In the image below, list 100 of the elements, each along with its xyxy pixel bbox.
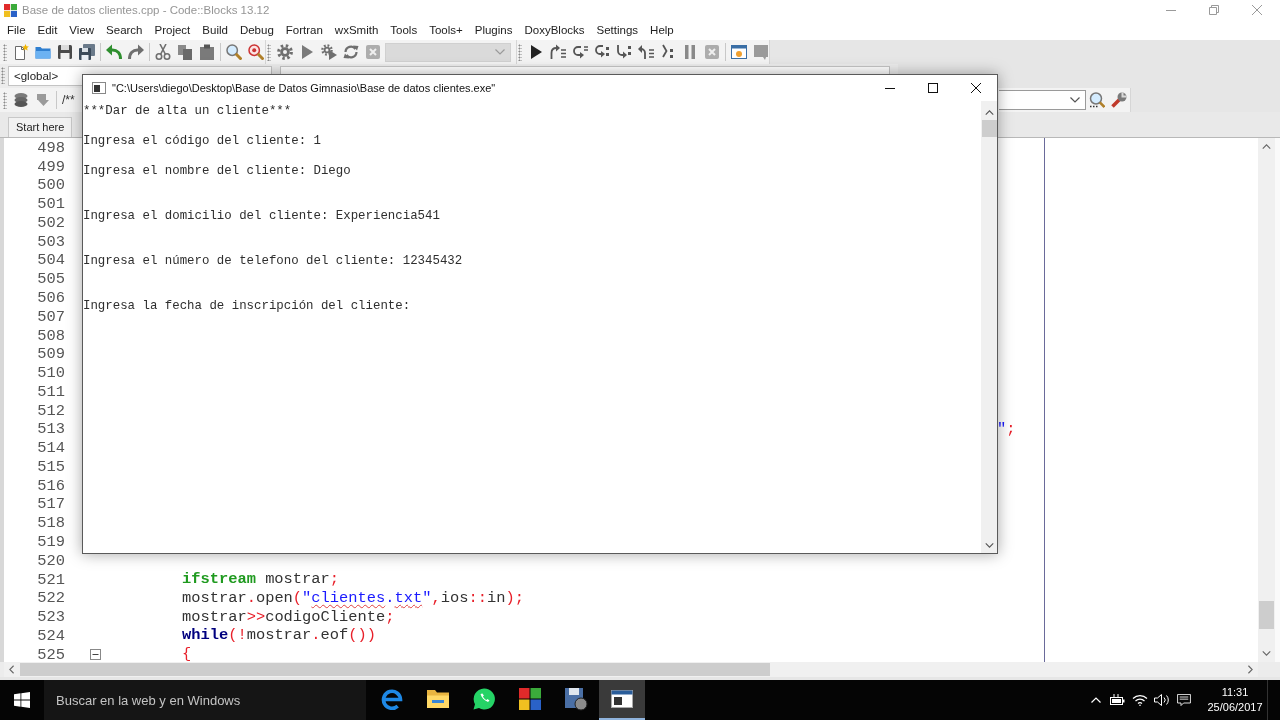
clipboard-icon[interactable] — [199, 44, 215, 60]
gear-icon[interactable] — [277, 44, 293, 60]
maximize-icon — [927, 83, 938, 93]
line-number: 499 — [37, 157, 65, 176]
line-number: 521 — [37, 570, 65, 589]
grip-icon[interactable] — [3, 43, 7, 61]
speech-box-icon[interactable] — [753, 44, 769, 60]
circular-arrows-icon[interactable] — [343, 44, 359, 60]
menu-item[interactable]: Settings — [590, 23, 645, 37]
gear-play-icon[interactable] — [321, 44, 337, 60]
line-number: 519 — [37, 532, 65, 551]
wrench-icon[interactable] — [1111, 92, 1127, 108]
search-field[interactable]: Buscar en la web y en Windows — [44, 680, 366, 720]
taskbar-button[interactable] — [599, 680, 645, 720]
line-number: 501 — [37, 195, 65, 214]
arrow-bars-icon[interactable] — [638, 44, 654, 60]
menu-item[interactable]: Build — [196, 23, 234, 37]
new-file-icon[interactable] — [13, 44, 29, 60]
menu-item[interactable]: Tools+ — [423, 23, 469, 37]
floppy-disks-icon[interactable] — [79, 44, 95, 60]
chevron-down-icon[interactable] — [984, 543, 994, 548]
battery-plug-icon[interactable] — [1110, 694, 1126, 706]
grip-icon[interactable] — [3, 91, 7, 109]
redo-arrow-icon[interactable] — [128, 44, 144, 60]
copy-icon[interactable] — [177, 44, 193, 60]
menu-item[interactable]: Help — [644, 23, 680, 37]
menu-item[interactable]: File — [1, 23, 32, 37]
line-number: 520 — [37, 551, 65, 570]
chevron-down-icon — [1070, 97, 1080, 103]
pause-icon[interactable] — [682, 44, 698, 60]
menu-item[interactable]: Debug — [233, 23, 280, 37]
code-line: while(!mostrar.eof()) — [181, 626, 376, 645]
disk-stack-icon[interactable] — [13, 92, 29, 108]
menu-item[interactable]: Search — [100, 23, 149, 37]
console-line: Ingresa el número de telefono del cliente: 12345432 — [83, 254, 463, 269]
line-number: 503 — [37, 232, 65, 251]
line-number: 516 — [37, 476, 65, 495]
line-number: 506 — [37, 289, 65, 307]
menu-item[interactable]: Plugins — [468, 23, 519, 37]
floppy-disk-icon — [564, 687, 588, 711]
folder-icon[interactable] — [35, 44, 51, 60]
menu-item[interactable]: Fortran — [279, 23, 329, 37]
menu-item[interactable]: wxSmith — [328, 23, 385, 37]
scrollbar[interactable] — [981, 101, 997, 553]
search-icon[interactable] — [226, 44, 242, 60]
dropdown-field[interactable] — [280, 66, 890, 74]
console-line: Ingresa el nombre del cliente: Diego — [83, 164, 351, 179]
arrow-dots-icon[interactable] — [594, 44, 610, 60]
line-number: 510 — [37, 364, 65, 383]
scroll-thumb[interactable] — [20, 663, 770, 676]
line-number: 522 — [37, 589, 65, 608]
scroll-thumb[interactable] — [981, 120, 997, 137]
line-number: 505 — [37, 270, 65, 289]
window-gear-icon[interactable] — [731, 44, 747, 60]
chevron-left-icon[interactable] — [9, 665, 14, 674]
comment-button[interactable]: /** — [59, 91, 78, 109]
play-icon[interactable] — [528, 44, 544, 60]
fold-toggle-icon[interactable] — [89, 648, 101, 660]
notification-icon[interactable] — [1176, 694, 1192, 706]
search-dropdown[interactable] — [999, 90, 1086, 110]
search-icon[interactable] — [1089, 92, 1105, 108]
arrow-bars-icon[interactable] — [572, 44, 588, 60]
menu-item[interactable]: Project — [148, 23, 197, 37]
menu-item[interactable]: Tools — [384, 23, 424, 37]
clock-time: 11:31 — [1221, 685, 1249, 700]
code-line: mostrar.open("clientes.txt",ios::in); — [181, 588, 524, 607]
wifi-icon[interactable] — [1132, 694, 1148, 706]
grip-icon[interactable] — [1, 67, 5, 84]
speaker-icon[interactable] — [1154, 694, 1170, 706]
chevron-down-icon[interactable] — [1262, 651, 1271, 656]
scrollbar[interactable] — [1258, 138, 1275, 662]
scissors-icon[interactable] — [155, 44, 171, 60]
menu-item[interactable]: Edit — [31, 23, 64, 37]
scroll-thumb[interactable] — [1259, 601, 1274, 629]
arrow-dots-icon[interactable] — [616, 44, 632, 60]
line-number: 512 — [37, 401, 65, 420]
editor-tab[interactable]: Start here — [8, 117, 73, 137]
block-arrow-icon[interactable] — [35, 92, 51, 108]
restore-icon — [1208, 5, 1219, 15]
minimize-icon — [884, 87, 895, 89]
grip-icon[interactable] — [267, 43, 271, 61]
grip-icon[interactable] — [518, 43, 522, 61]
line-number: 507 — [37, 307, 65, 326]
chat-bubble-icon — [472, 687, 496, 711]
line-number: 508 — [37, 326, 65, 345]
console-line: Ingresa el código del cliente: 1 — [83, 134, 321, 149]
chevron-right-icon[interactable] — [1248, 665, 1253, 674]
scrollbar[interactable] — [4, 662, 1258, 677]
code-line: ifstream mostrar; — [181, 570, 340, 588]
menu-item[interactable]: View — [63, 23, 101, 37]
arrow-dots-icon[interactable] — [660, 44, 676, 60]
line-number: 525 — [37, 645, 65, 662]
console-line: Ingresa la fecha de inscripción del cliente: — [83, 299, 411, 314]
line-number: 517 — [37, 495, 65, 514]
undo-arrow-icon[interactable] — [106, 44, 122, 60]
console-line: Ingresa el domicilio del cliente: Experiencia541 — [83, 209, 440, 224]
magnifier-icon[interactable] — [248, 44, 264, 60]
menu-item[interactable]: DoxyBlocks — [518, 23, 591, 37]
arrow-bars-icon[interactable] — [550, 44, 566, 60]
line-number: 513 — [37, 420, 65, 439]
